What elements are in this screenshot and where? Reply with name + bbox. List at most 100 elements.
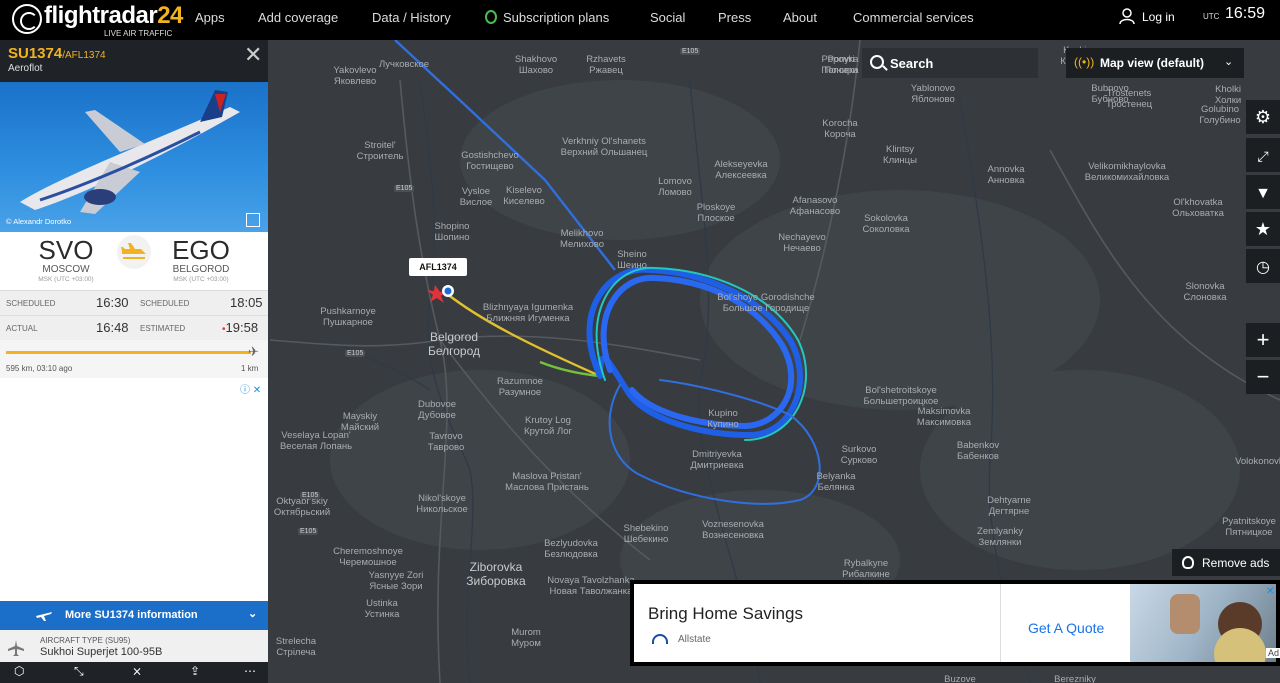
- place-name-ru: Рибалкине: [842, 569, 890, 580]
- more-info-label: More SU1374 information: [65, 609, 198, 621]
- aircraft-photo-image: [20, 90, 240, 214]
- nav-apps[interactable]: Apps: [195, 0, 225, 40]
- place-name-ru: Яковлево: [333, 76, 377, 87]
- place-label: Veselaya Lopan' Веселая Лопань: [280, 430, 352, 452]
- place-label: Murom Муром: [511, 627, 541, 649]
- zoom-out-button[interactable]: −: [1246, 360, 1280, 394]
- aircraft-icon: [8, 640, 24, 656]
- place-name: Melikhovo: [560, 228, 604, 239]
- place-name: Popovka: [821, 54, 859, 65]
- place-name-ru: Разумное: [498, 387, 542, 398]
- more-info-button[interactable]: More SU1374 information ⌄: [0, 601, 268, 630]
- place-name-ru: Черемошное: [339, 557, 397, 568]
- favorites-button[interactable]: ★: [1246, 212, 1280, 246]
- flight-callsign: /AFL1374: [62, 50, 106, 61]
- nav-about[interactable]: About: [783, 0, 817, 40]
- city-name-ru: Белгород: [427, 344, 481, 358]
- place-name: Rzhavets: [586, 54, 626, 65]
- ad-banner[interactable]: Bring Home Savings Allstate Get A Quote …: [630, 580, 1280, 666]
- place-label: Nikol'skoye Никольское: [416, 493, 468, 515]
- follow-icon[interactable]: ⨯: [132, 664, 148, 680]
- place-name: Strelecha: [275, 636, 317, 647]
- place-name: Bol'shetroitskoye: [865, 385, 937, 396]
- ad-info-icon[interactable]: ⓘ ✕: [240, 381, 261, 396]
- nav-data-history[interactable]: Data / History: [372, 0, 451, 40]
- route-summary: SVO MOSCOW MSK (UTC +03:00) EGO BELGOROD…: [0, 232, 268, 288]
- playback-button[interactable]: ◷: [1246, 249, 1280, 283]
- place-name-ru: Сурково: [840, 455, 878, 466]
- bulb-icon: [1182, 556, 1194, 569]
- login-label: Log in: [1142, 10, 1175, 24]
- route-icon[interactable]: ⤡: [74, 664, 90, 680]
- nav-social[interactable]: Social: [650, 0, 685, 40]
- close-icon[interactable]: ✕: [244, 44, 262, 66]
- place-label: Babenkov Бабенков: [957, 440, 999, 462]
- place-label: Melikhovo Мелихово: [560, 228, 604, 250]
- search-box[interactable]: Search: [862, 48, 1038, 78]
- place-name-ru: Холки: [1214, 95, 1242, 106]
- map-view-dropdown[interactable]: ((•)) Map view (default) ⌄: [1066, 48, 1244, 78]
- place-name-ru: Дегтярне: [988, 506, 1030, 517]
- aircraft-type-label: AIRCRAFT TYPE: [40, 636, 103, 645]
- logo-text: flightradar: [44, 2, 158, 29]
- search-icon: [870, 55, 884, 69]
- nav-press[interactable]: Press: [718, 0, 751, 40]
- flight-callout[interactable]: AFL1374: [409, 258, 467, 276]
- destination-code[interactable]: EGO: [141, 235, 261, 266]
- place-name-ru: Ясные Зори: [369, 581, 423, 592]
- place-name-ru: Нечаево: [783, 243, 821, 254]
- flight-progress: ✈ 595 km, 03:10 ago 1 km: [0, 340, 268, 378]
- place-label: Afanasovo Афанасово: [790, 195, 840, 217]
- place-name: Rybalkyne: [843, 558, 889, 569]
- fullscreen-button[interactable]: ⤢: [1246, 138, 1280, 172]
- place-name: Veselaya Lopan': [281, 430, 351, 441]
- place-name-ru: Мелихово: [560, 239, 604, 250]
- place-name: Klintsy: [886, 144, 914, 155]
- zoom-in-button[interactable]: +: [1246, 323, 1280, 357]
- nav-subscription-plans[interactable]: Subscription plans: [485, 0, 609, 40]
- place-name: Bezlyudovka: [544, 538, 598, 549]
- chevron-down-icon: ⌄: [1224, 56, 1234, 68]
- remove-ads-button[interactable]: Remove ads: [1172, 549, 1280, 576]
- place-name: Sokolovka: [864, 213, 908, 224]
- place-name-ru: Шопино: [434, 232, 470, 243]
- nav-add-coverage[interactable]: Add coverage: [258, 0, 338, 40]
- map-view-label: Map view (default): [1100, 56, 1205, 70]
- place-name-ru: Вислое: [459, 197, 493, 208]
- logo[interactable]: flightradar24 LIVE AIR TRAFFIC: [12, 2, 183, 38]
- nav-commercial-services[interactable]: Commercial services: [853, 0, 974, 40]
- place-name: Voznesenovka: [702, 519, 764, 530]
- city-name: Belgorod: [429, 330, 479, 344]
- place-label: Pyatnitskoye Пятницкое: [1222, 516, 1276, 538]
- fullscreen-icon: ⤢: [1257, 148, 1269, 164]
- place-name-ru: Анновка: [987, 175, 1025, 186]
- ad-close-icon[interactable]: ✕: [1266, 586, 1274, 597]
- external-link-icon[interactable]: [246, 213, 260, 227]
- allstate-logo-icon: [652, 634, 668, 644]
- place-name: Shopino: [434, 221, 470, 232]
- aircraft-photo[interactable]: © Alexandr Dorotko: [0, 82, 268, 232]
- place-label: Maksimovka Максимовка: [917, 406, 971, 428]
- road-marker: E105: [345, 350, 366, 357]
- utc-label: UTC: [1203, 12, 1220, 21]
- place-name: Yablonovo: [910, 83, 956, 94]
- ad-cta-button[interactable]: Get A Quote: [1028, 620, 1104, 636]
- share-icon[interactable]: ⇪: [190, 664, 206, 680]
- place-label: Shebekino Шебекино: [624, 523, 669, 545]
- city-label-belgorod: Belgorod Белгород: [428, 330, 480, 358]
- place-name-ru: Белянка: [817, 482, 855, 493]
- progress-plane-icon: ✈: [248, 344, 259, 359]
- origin-code[interactable]: SVO: [6, 235, 126, 266]
- more-icon[interactable]: ⋯: [244, 664, 260, 680]
- place-name-ru: Ближняя Игуменка: [486, 313, 570, 324]
- filter-button[interactable]: ▼: [1246, 175, 1280, 209]
- place-label: Sheino Шеино: [617, 249, 647, 271]
- chevron-down-icon: ⌄: [248, 608, 258, 620]
- place-name-ru: Безлюдовка: [544, 549, 598, 560]
- place-name-ru: Землянки: [978, 537, 1022, 548]
- settings-button[interactable]: ⚙: [1246, 100, 1280, 134]
- login-button[interactable]: Log in: [1118, 0, 1175, 36]
- place-name: Kiselevo: [506, 185, 542, 196]
- place-label: Bol'shoye Gorodishche Большое Городище: [717, 292, 814, 314]
- cockpit-view-icon[interactable]: ⬡: [14, 664, 30, 680]
